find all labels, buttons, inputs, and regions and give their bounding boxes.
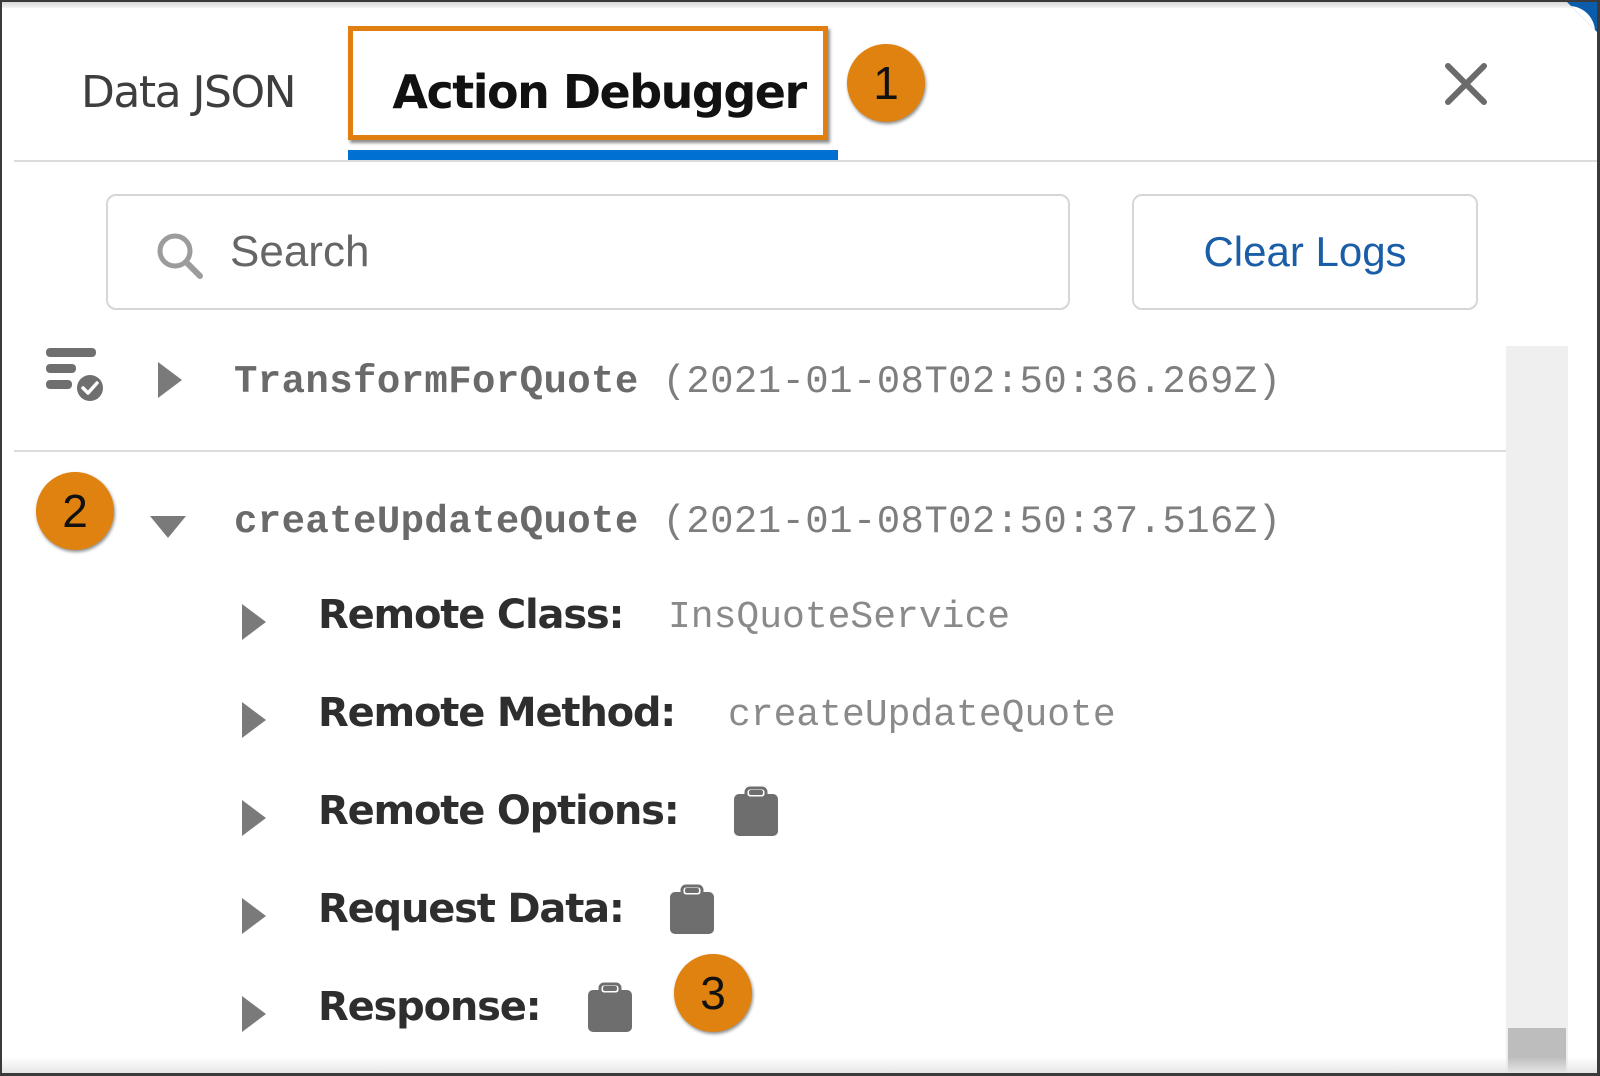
log-list: TransformForQuote (2021-01-08T02:50:36.2… <box>14 346 1506 1073</box>
tab-data-json[interactable]: Data JSON <box>58 32 318 152</box>
log-entry[interactable]: TransformForQuote (2021-01-08T02:50:36.2… <box>14 346 1506 452</box>
tab-action-debugger[interactable]: Action Debugger <box>354 32 844 152</box>
callout-badge-1: 1 <box>847 44 925 122</box>
log-entry-title: TransformForQuote (2021-01-08T02:50:36.2… <box>234 360 1281 404</box>
detail-label: Remote Options: <box>318 788 680 834</box>
clear-logs-button[interactable]: Clear Logs <box>1132 194 1478 310</box>
active-tab-indicator <box>348 150 838 160</box>
search-box[interactable] <box>106 194 1070 310</box>
expand-chevron-icon[interactable] <box>242 996 266 1032</box>
clipboard-icon[interactable] <box>668 884 716 936</box>
callout-badge-2: 2 <box>36 472 114 550</box>
search-input[interactable] <box>230 216 1030 288</box>
expand-chevron-icon[interactable] <box>242 898 266 934</box>
log-entry-name: TransformForQuote <box>234 360 639 404</box>
tab-data-json-label: Data JSON <box>81 66 297 118</box>
collapse-chevron-icon[interactable] <box>150 516 186 538</box>
clipboard-icon[interactable] <box>732 786 780 838</box>
expand-chevron-icon[interactable] <box>242 702 266 738</box>
close-button[interactable] <box>1438 56 1494 112</box>
expand-chevron-icon[interactable] <box>242 800 266 836</box>
log-entry-title[interactable]: createUpdateQuote (2021-01-08T02:50:37.5… <box>234 500 1281 544</box>
callout-badge-3: 3 <box>674 954 752 1032</box>
log-entry-name: createUpdateQuote <box>234 500 639 544</box>
tab-bar: Data JSON Action Debugger <box>14 12 1597 162</box>
scrollbar-thumb[interactable] <box>1508 1028 1566 1073</box>
detail-row-request-data[interactable]: Request Data: <box>14 884 1414 956</box>
close-icon <box>1445 63 1487 105</box>
tab-action-debugger-label: Action Debugger <box>392 65 807 119</box>
log-entry-timestamp: (2021-01-08T02:50:37.516Z) <box>662 500 1282 544</box>
log-check-icon <box>46 348 103 401</box>
detail-row-remote-class[interactable]: Remote Class: InsQuoteService <box>14 592 1414 662</box>
detail-label: Remote Class: <box>318 592 625 638</box>
debug-panel: Data JSON Action Debugger 1 Clear Logs <box>0 0 1600 1076</box>
expand-chevron-icon[interactable] <box>242 604 266 640</box>
expand-chevron-icon[interactable] <box>158 362 182 398</box>
detail-row-remote-method[interactable]: Remote Method: createUpdateQuote <box>14 690 1414 760</box>
detail-label: Remote Method: <box>318 690 676 736</box>
search-icon <box>157 233 203 279</box>
detail-label: Request Data: <box>318 886 625 932</box>
detail-label: Response: <box>318 984 542 1030</box>
detail-value: createUpdateQuote <box>728 694 1116 737</box>
log-entry-timestamp: (2021-01-08T02:50:36.269Z) <box>662 360 1282 404</box>
detail-value: InsQuoteService <box>668 596 1011 639</box>
scrollbar-track[interactable] <box>1506 346 1568 1073</box>
detail-row-remote-options[interactable]: Remote Options: <box>14 786 1414 858</box>
clipboard-icon[interactable] <box>586 982 634 1034</box>
